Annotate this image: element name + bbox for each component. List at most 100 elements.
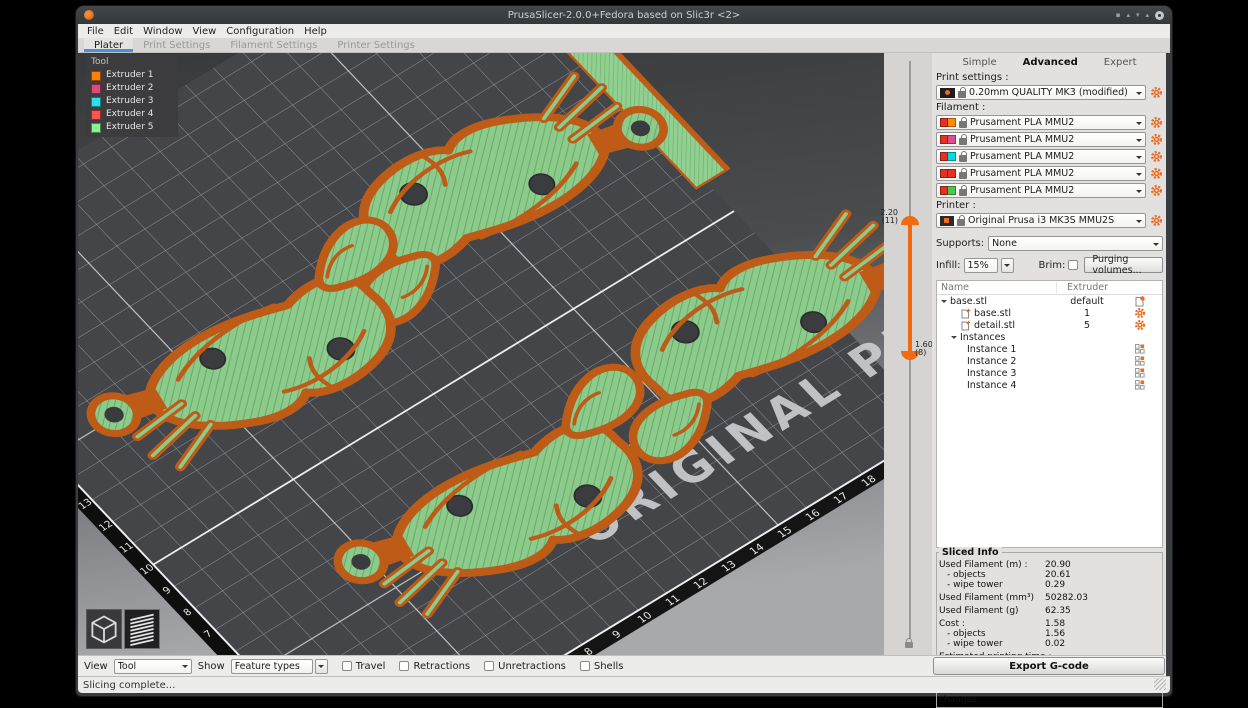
menu-edit[interactable]: Edit	[109, 26, 138, 37]
maximize-icon[interactable]: ▴	[1145, 11, 1149, 19]
table-row[interactable]: base.stl default	[937, 295, 1162, 307]
unretractions-option: Unretractions	[484, 661, 566, 672]
unretractions-checkbox[interactable]	[484, 661, 494, 671]
print-settings-gear-icon[interactable]	[1150, 86, 1163, 99]
extruder3-color-swatch	[91, 97, 101, 107]
close-icon[interactable]	[1155, 11, 1164, 20]
preview-button[interactable]	[124, 609, 160, 649]
menu-configuration[interactable]: Configuration	[221, 26, 299, 37]
object-list: Name Extruder base.stl default base.stl …	[936, 280, 1163, 548]
menu-file[interactable]: File	[82, 26, 109, 37]
instance-grid-icon[interactable]	[1135, 344, 1145, 354]
filament-combo-5[interactable]: Prusament PLA MMU2	[936, 183, 1146, 198]
printer-combo[interactable]: Original Prusa i3 MK3S MMU2S	[936, 213, 1146, 228]
brim-checkbox[interactable]	[1068, 260, 1078, 270]
tab-filament-settings[interactable]: Filament Settings	[220, 38, 327, 52]
resize-grip[interactable]	[1154, 678, 1166, 690]
minimize-icon[interactable]: ▾	[1136, 11, 1140, 19]
filament1-gear-icon[interactable]	[1150, 116, 1163, 129]
supports-label: Supports:	[936, 238, 984, 249]
table-row[interactable]: detail.stl 5	[937, 319, 1162, 331]
menu-view[interactable]: View	[188, 26, 222, 37]
expander-icon[interactable]	[941, 300, 947, 306]
filament2-gear-icon[interactable]	[1150, 133, 1163, 146]
instance-grid-icon[interactable]	[1135, 380, 1145, 390]
filament4-gear-icon[interactable]	[1150, 167, 1163, 180]
part-icon	[961, 320, 971, 331]
table-row[interactable]: Instance 4	[937, 379, 1162, 391]
3d-viewport[interactable]: ORIGINAL PRUSA 7 8 9 10 11 12 13 14 15 1…	[78, 53, 884, 655]
shade-icon[interactable]: ▴	[1126, 11, 1130, 19]
filament-combo-3[interactable]: Prusament PLA MMU2	[936, 149, 1146, 164]
mode-expert[interactable]: Expert	[1104, 57, 1137, 68]
lock-icon	[959, 138, 967, 145]
legend-item: Extruder 4	[86, 108, 178, 121]
menu-help[interactable]: Help	[299, 26, 332, 37]
stick-icon[interactable]: ▪	[1116, 11, 1121, 19]
one-layer-lock-icon[interactable]	[905, 642, 913, 648]
retractions-checkbox[interactable]	[399, 661, 409, 671]
printer-label: Printer :	[936, 200, 1163, 211]
view-combo[interactable]: Tool	[114, 659, 192, 674]
mode-simple[interactable]: Simple	[962, 57, 996, 68]
gcode-preview-canvas[interactable]: ORIGINAL PRUSA 7 8 9 10 11 12 13 14 15 1…	[78, 53, 884, 655]
sidebar: Simple Advanced Expert Print settings : …	[932, 53, 1166, 655]
print-settings-combo[interactable]: 0.20mm QUALITY MK3 (modified)	[936, 85, 1146, 100]
brim-label: Brim:	[1039, 260, 1066, 271]
extruder1-color-swatch	[91, 71, 101, 81]
shells-checkbox[interactable]	[580, 661, 590, 671]
shells-option: Shells	[580, 661, 624, 672]
object-list-header: Name Extruder	[937, 281, 1162, 295]
chevron-down-icon	[1136, 173, 1142, 179]
layer-slider[interactable]: 2.20 (11) 1.60 (8)	[884, 53, 932, 655]
export-gcode-button[interactable]: Export G-code	[933, 657, 1165, 675]
chevron-down-icon	[1136, 156, 1142, 162]
3d-view-button[interactable]	[86, 609, 122, 649]
filament5-gear-icon[interactable]	[1150, 184, 1163, 197]
print-profile-icon	[940, 88, 955, 98]
object-icon[interactable]	[1135, 296, 1145, 307]
tab-printer-settings[interactable]: Printer Settings	[327, 38, 424, 52]
chevron-down-icon	[1136, 220, 1142, 226]
infill-combo[interactable]: 15%	[964, 258, 998, 273]
show-dropdown-button[interactable]	[315, 659, 328, 674]
supports-combo[interactable]: None	[988, 236, 1163, 251]
lock-icon	[958, 91, 966, 98]
table-row[interactable]: base.stl 1	[937, 307, 1162, 319]
view-label: View	[84, 661, 108, 672]
infill-dropdown-button[interactable]	[1001, 258, 1014, 273]
mode-advanced[interactable]: Advanced	[1023, 57, 1078, 68]
extruder5-color-swatch	[91, 123, 101, 133]
mode-tabs: Simple Advanced Expert	[936, 57, 1163, 68]
menu-window[interactable]: Window	[138, 26, 187, 37]
travel-checkbox[interactable]	[342, 661, 352, 671]
lock-icon	[957, 219, 965, 226]
filament-combo-1[interactable]: Prusament PLA MMU2	[936, 115, 1146, 130]
layer-slider-upper-handle[interactable]	[901, 216, 919, 225]
printer-gear-icon[interactable]	[1150, 214, 1163, 227]
filament-combo-4[interactable]: Prusament PLA MMU2	[936, 166, 1146, 181]
expander-icon[interactable]	[951, 336, 957, 342]
layer-slider-range[interactable]	[908, 224, 912, 351]
table-row[interactable]: Instances	[937, 331, 1162, 343]
lock-icon	[959, 172, 967, 179]
table-row[interactable]: Instance 3	[937, 367, 1162, 379]
table-row[interactable]: Instance 2	[937, 355, 1162, 367]
part-icon	[961, 308, 971, 319]
titlebar[interactable]: PrusaSlicer-2.0.0+Fedora based on Slic3r…	[76, 6, 1172, 24]
show-combo[interactable]: Feature types	[231, 659, 313, 674]
extruder4-color-swatch	[91, 110, 101, 120]
extruder2-color-swatch	[91, 84, 101, 94]
instance-grid-icon[interactable]	[1135, 356, 1145, 366]
purging-volumes-button[interactable]: Purging volumes...	[1084, 257, 1163, 273]
filament3-gear-icon[interactable]	[1150, 150, 1163, 163]
settings-gear-icon[interactable]	[1134, 319, 1146, 331]
tab-plater[interactable]: Plater	[84, 38, 133, 52]
table-row[interactable]: Instance 1	[937, 343, 1162, 355]
tab-print-settings[interactable]: Print Settings	[133, 38, 220, 52]
instance-grid-icon[interactable]	[1135, 368, 1145, 378]
settings-gear-icon[interactable]	[1134, 307, 1146, 319]
status-text: Slicing complete...	[83, 680, 175, 691]
menubar: File Edit Window View Configuration Help	[78, 24, 1170, 38]
filament-combo-2[interactable]: Prusament PLA MMU2	[936, 132, 1146, 147]
